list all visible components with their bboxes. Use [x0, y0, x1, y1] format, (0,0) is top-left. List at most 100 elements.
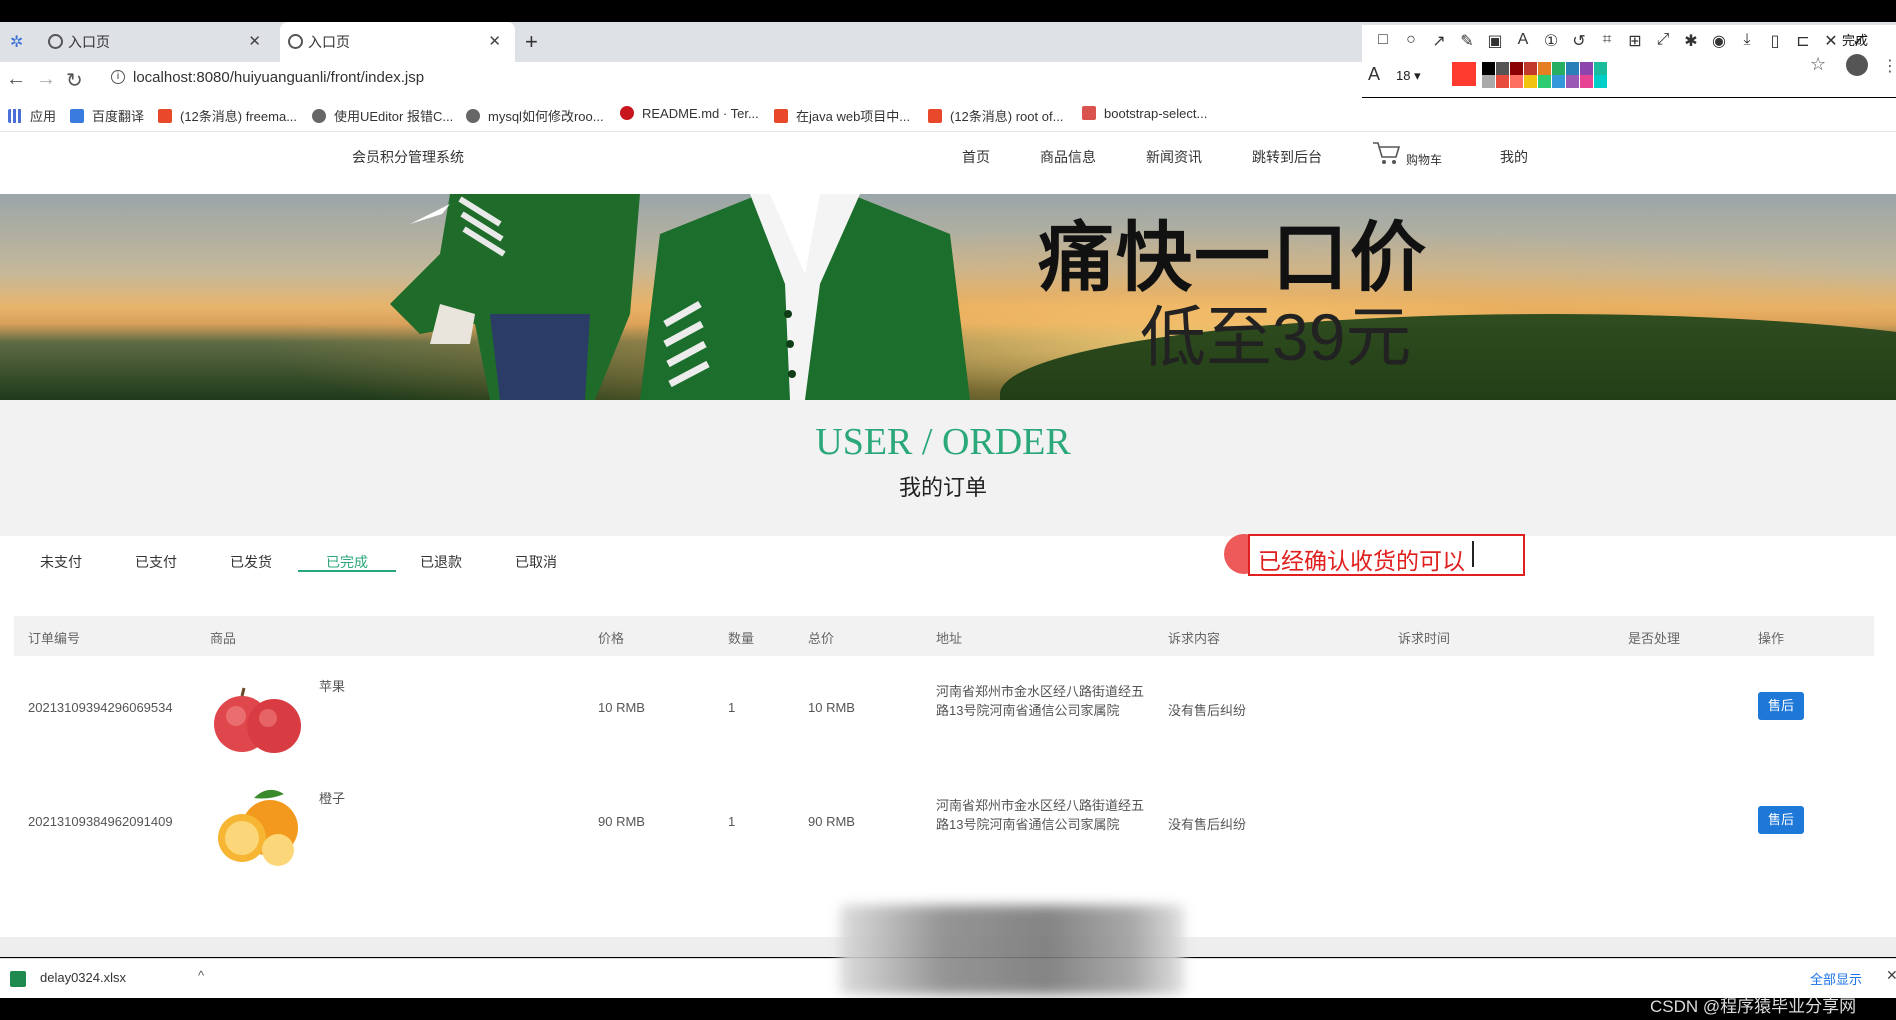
promo-banner[interactable]: 痛快一口价 低至39元: [0, 194, 1896, 400]
bookmark-item[interactable]: 百度翻译: [70, 106, 144, 125]
nav-news[interactable]: 新闻资讯: [1146, 147, 1202, 167]
arrow-tool-icon[interactable]: ↗: [1428, 31, 1450, 51]
color-swatch[interactable]: [1580, 62, 1593, 75]
nav-products[interactable]: 商品信息: [1040, 147, 1096, 167]
bookmark-label: mysql如何修改roo...: [488, 109, 604, 124]
crop-icon[interactable]: ⌗: [1596, 31, 1618, 49]
bookmark-item[interactable]: bootstrap-select...: [1082, 106, 1207, 121]
expand-icon[interactable]: ⤢: [1652, 31, 1674, 49]
bookmark-item[interactable]: (12条消息) freema...: [158, 106, 297, 125]
bookmark-item[interactable]: 在java web项目中...: [774, 106, 910, 125]
order-no: 20213109394296069534: [28, 700, 173, 715]
number-tool-icon[interactable]: ①: [1540, 31, 1562, 51]
bookmark-item[interactable]: 使用UEditor 报错C...: [312, 106, 453, 125]
color-swatch[interactable]: [1496, 75, 1509, 88]
mosaic-tool-icon[interactable]: ▣: [1484, 31, 1506, 51]
screen: ✲ 入口页 ✕ 入口页 ✕ + ← → ↻ i localhost:8080/h…: [0, 0, 1896, 1020]
close-icon[interactable]: ✕: [248, 22, 261, 62]
info-icon[interactable]: i: [111, 70, 125, 84]
cart-icon[interactable]: [1372, 140, 1402, 166]
color-swatch[interactable]: [1566, 75, 1579, 88]
col-total: 总价: [808, 631, 835, 646]
browser-tab-2[interactable]: 入口页 ✕: [280, 22, 515, 62]
color-swatch[interactable]: [1524, 75, 1537, 88]
done-button[interactable]: 完成: [1842, 30, 1868, 49]
color-swatch[interactable]: [1524, 62, 1537, 75]
tab-shipped[interactable]: 已发货: [230, 552, 272, 572]
url-field[interactable]: i localhost:8080/huiyuanguanli/front/ind…: [111, 69, 424, 86]
download-file-name[interactable]: delay0324.xlsx: [40, 970, 126, 985]
account-icon[interactable]: [1846, 54, 1868, 76]
site-brand[interactable]: 会员积分管理系统: [352, 147, 464, 167]
menu-icon[interactable]: ⋮: [1882, 56, 1896, 76]
color-swatch[interactable]: [1552, 75, 1565, 88]
active-tab-underline: [298, 570, 396, 572]
pin-icon[interactable]: ✱: [1680, 31, 1702, 51]
bookmark-label: bootstrap-select...: [1104, 106, 1208, 121]
phone-icon[interactable]: ▯: [1764, 31, 1786, 51]
chevron-up-icon[interactable]: ^: [198, 968, 204, 983]
color-swatch[interactable]: [1552, 62, 1565, 75]
after-sale-button[interactable]: 售后: [1758, 806, 1804, 834]
bookmark-item[interactable]: (12条消息) root of...: [928, 106, 1063, 125]
app-grid-icon[interactable]: ✲: [10, 32, 30, 52]
color-swatch[interactable]: [1608, 62, 1621, 75]
nav-admin[interactable]: 跳转到后台: [1252, 147, 1322, 167]
apple-image[interactable]: [208, 674, 308, 760]
col-order-no: 订单编号: [28, 631, 81, 646]
color-swatch[interactable]: [1482, 62, 1495, 75]
reload-icon[interactable]: ↻: [66, 68, 83, 93]
rectangle-tool-icon[interactable]: □: [1372, 31, 1394, 49]
color-swatch[interactable]: [1482, 75, 1495, 88]
new-tab-button[interactable]: +: [525, 22, 538, 62]
text-tool-icon[interactable]: A: [1512, 31, 1534, 49]
annotation-textbox[interactable]: 已经确认收货的可以: [1248, 534, 1525, 576]
apps-grid-icon: [8, 109, 22, 123]
close-icon[interactable]: ✕: [1886, 967, 1896, 984]
selected-color-swatch[interactable]: [1452, 62, 1476, 86]
bookmarks-bar: 应用 百度翻译 (12条消息) freema... 使用UEditor 报错C.…: [0, 98, 1896, 132]
bookmark-item[interactable]: mysql如何修改roo...: [466, 106, 604, 125]
color-swatch[interactable]: [1538, 62, 1551, 75]
close-icon[interactable]: ✕: [488, 22, 501, 62]
nav-home[interactable]: 首页: [962, 147, 990, 167]
tab-unpaid[interactable]: 未支付: [40, 552, 82, 572]
tab-completed[interactable]: 已完成: [326, 552, 368, 572]
bookmark-icon[interactable]: ⊏: [1792, 31, 1814, 51]
tab-refunded[interactable]: 已退款: [420, 552, 462, 572]
after-sale-button[interactable]: 售后: [1758, 692, 1804, 720]
col-action: 操作: [1758, 631, 1785, 646]
nav-cart[interactable]: 购物车: [1406, 151, 1442, 168]
font-size-select[interactable]: 18 ▾: [1396, 68, 1421, 84]
close-icon[interactable]: ✕: [1820, 31, 1842, 51]
back-icon[interactable]: ←: [6, 68, 26, 91]
color-swatch[interactable]: [1594, 62, 1607, 75]
download-icon[interactable]: ⤓: [1736, 31, 1758, 49]
forward-icon[interactable]: →: [36, 68, 56, 91]
ellipse-tool-icon[interactable]: ○: [1400, 31, 1422, 49]
csdn-icon: [774, 109, 788, 123]
bookmark-item[interactable]: README.md · Ter...: [620, 106, 759, 121]
undo-icon[interactable]: ↺: [1568, 31, 1590, 51]
color-swatch[interactable]: [1594, 75, 1607, 88]
tab-cancelled[interactable]: 已取消: [515, 552, 557, 572]
table-row: 20213109384962091409 橙子 90 RMB 1 90 RMB …: [14, 772, 1874, 884]
color-swatch[interactable]: [1566, 62, 1579, 75]
browser-tab-1[interactable]: 入口页 ✕: [40, 22, 275, 62]
orange-image[interactable]: [208, 784, 308, 870]
color-swatch[interactable]: [1538, 75, 1551, 88]
color-swatch[interactable]: [1580, 75, 1593, 88]
bookmark-apps[interactable]: 应用: [8, 106, 56, 125]
record-icon[interactable]: ◉: [1708, 31, 1730, 51]
color-swatch[interactable]: [1496, 62, 1509, 75]
pen-tool-icon[interactable]: ✎: [1456, 31, 1478, 51]
color-swatch[interactable]: [1510, 75, 1523, 88]
tab-paid[interactable]: 已支付: [135, 552, 177, 572]
star-icon[interactable]: ☆: [1810, 54, 1826, 75]
ocr-icon[interactable]: ⊞: [1624, 31, 1646, 51]
nav-mine[interactable]: 我的: [1500, 147, 1528, 167]
globe-icon: [288, 34, 303, 49]
color-swatch[interactable]: [1510, 62, 1523, 75]
price: 90 RMB: [598, 814, 645, 829]
show-all-downloads-link[interactable]: 全部显示: [1810, 969, 1862, 988]
